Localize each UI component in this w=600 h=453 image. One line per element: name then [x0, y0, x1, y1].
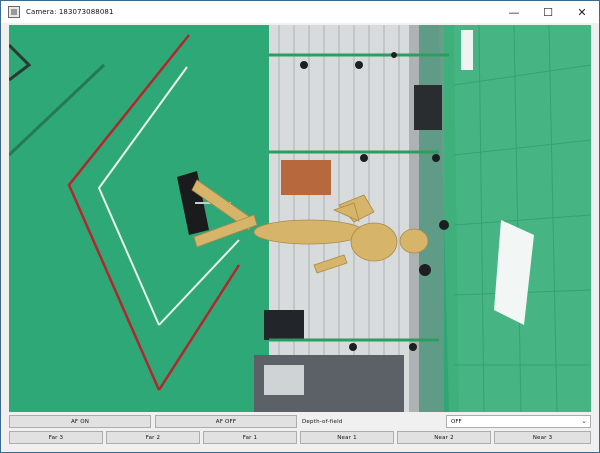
minimize-button[interactable]: —: [497, 1, 531, 23]
window-title: Camera: 183073088081: [26, 8, 114, 16]
title-bar[interactable]: Camera: 183073088081 — ☐ ✕: [1, 1, 599, 23]
far-1-button[interactable]: Far 1: [203, 431, 297, 444]
focus-row: Far 3 Far 2 Far 1 Near 1 Near 2 Near 3: [9, 431, 591, 444]
near-3-button[interactable]: Near 3: [494, 431, 591, 444]
close-button[interactable]: ✕: [565, 1, 599, 23]
app-icon: [8, 6, 20, 18]
depth-of-field-select[interactable]: OFF ⌄: [446, 415, 591, 428]
chevron-down-icon: ⌄: [581, 417, 587, 425]
far-3-button[interactable]: Far 3: [9, 431, 103, 444]
maximize-button[interactable]: ☐: [531, 1, 565, 23]
camera-window: Camera: 183073088081 — ☐ ✕ AF ON AF OFF …: [0, 0, 600, 453]
depth-of-field-value: OFF: [451, 418, 462, 425]
far-2-button[interactable]: Far 2: [106, 431, 200, 444]
near-1-button[interactable]: Near 1: [300, 431, 394, 444]
af-on-button[interactable]: AF ON: [9, 415, 151, 428]
af-off-button[interactable]: AF OFF: [155, 415, 297, 428]
depth-of-field-label: Depth-of-field: [302, 418, 343, 425]
camera-feed: [9, 25, 591, 412]
near-2-button[interactable]: Near 2: [397, 431, 491, 444]
autofocus-row: AF ON AF OFF Depth-of-field OFF ⌄: [9, 415, 591, 428]
window-controls: — ☐ ✕: [497, 1, 599, 23]
camera-image: [9, 25, 591, 412]
